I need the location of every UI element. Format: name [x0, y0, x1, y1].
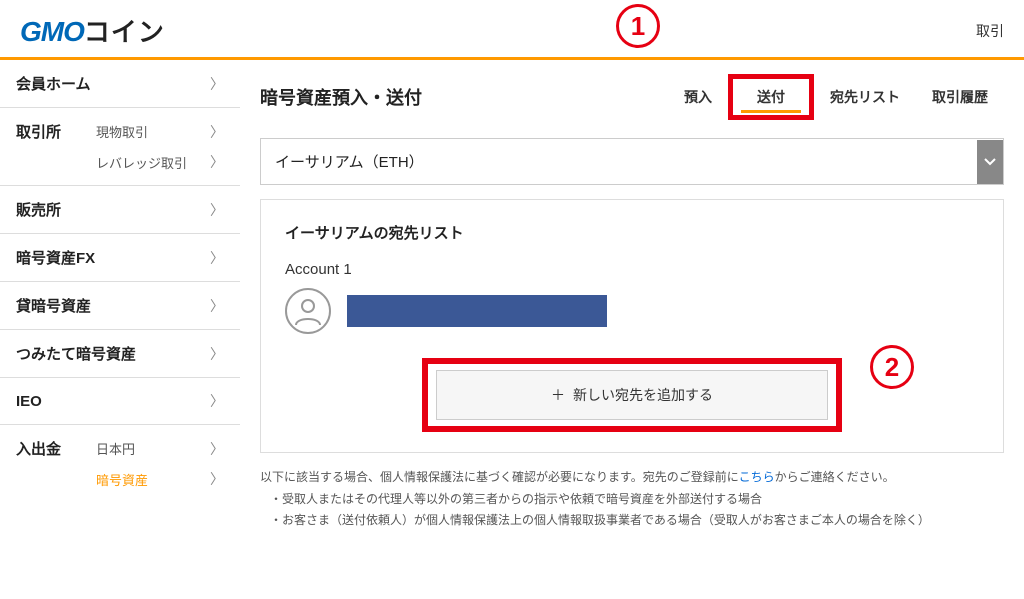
sidebar-item-exchange[interactable]: 取引所 現物取引 〉	[0, 108, 240, 142]
chevron-right-icon: 〉	[210, 344, 224, 364]
asset-select[interactable]: イーサリアム（ETH）	[260, 138, 1004, 185]
chevron-right-icon: 〉	[210, 469, 224, 489]
sidebar: 会員ホーム 〉 取引所 現物取引 〉 レバレッジ取引 〉 販売所 〉 暗号資産F…	[0, 60, 240, 532]
asset-select-dropdown-button[interactable]	[977, 140, 1003, 184]
main-header: 暗号資産預入・送付 預入 送付 宛先リスト 取引履歴	[240, 60, 1024, 130]
chevron-right-icon: 〉	[210, 152, 224, 172]
chevron-right-icon: 〉	[210, 391, 224, 411]
sidebar-item-deposit-withdraw[interactable]: 入出金 日本円 〉	[0, 425, 240, 459]
callout-2: 2	[870, 345, 914, 389]
logo[interactable]: GMO コイン	[20, 12, 165, 49]
notice-bullet-1: ・受取人またはその代理人等以外の第三者からの指示や依頼で暗号資産を外部送付する場…	[260, 489, 1004, 511]
sidebar-item-sales[interactable]: 販売所 〉	[0, 186, 240, 234]
notice-text-b: からご連絡ください。	[775, 470, 895, 484]
sidebar-label-exchange: 取引所	[16, 121, 96, 142]
sidebar-label-lending: 貸暗号資産	[16, 295, 91, 316]
tabs: 預入 送付 宛先リスト 取引履歴	[668, 74, 1004, 120]
notice-bullet-2: ・お客さま（送付依頼人）が個人情報保護法上の個人情報取扱事業者である場合（受取人…	[260, 510, 1004, 532]
sidebar-item-lending[interactable]: 貸暗号資産 〉	[0, 282, 240, 330]
plus-icon: ＋	[551, 385, 565, 405]
avatar-icon	[285, 288, 331, 334]
tab-send[interactable]: 送付	[733, 79, 809, 115]
logo-gmo-text: GMO	[20, 16, 84, 48]
destination-list-card: イーサリアムの宛先リスト Account 1 ＋ 新しい宛先を追加する	[260, 199, 1004, 453]
sidebar-item-ieo[interactable]: IEO 〉	[0, 378, 240, 425]
tab-deposit[interactable]: 預入	[668, 77, 728, 117]
logo-coin-text: コイン	[84, 12, 165, 49]
sidebar-label-crypto-fx: 暗号資産FX	[16, 247, 95, 268]
sidebar-label-member-home: 会員ホーム	[16, 73, 91, 94]
tab-history[interactable]: 取引履歴	[916, 77, 1004, 117]
tab-dest-list[interactable]: 宛先リスト	[814, 77, 916, 117]
chevron-right-icon: 〉	[210, 439, 224, 459]
account-row[interactable]	[285, 288, 979, 334]
sidebar-sub-spot[interactable]: 現物取引	[96, 122, 210, 141]
notice-link[interactable]: こちら	[739, 470, 775, 484]
chevron-right-icon: 〉	[210, 74, 224, 94]
sidebar-label-ieo: IEO	[16, 393, 42, 410]
redacted-address	[347, 295, 607, 327]
main-content: 暗号資産預入・送付 預入 送付 宛先リスト 取引履歴 イーサリアム（ETH） イ…	[240, 60, 1024, 532]
add-destination-button[interactable]: ＋ 新しい宛先を追加する	[436, 370, 828, 420]
page-title: 暗号資産預入・送付	[260, 84, 422, 110]
notice-text-a: 以下に該当する場合、個人情報保護法に基づく確認が必要になります。宛先のご登録前に	[260, 470, 739, 484]
header: GMO コイン 取引	[0, 0, 1024, 60]
sidebar-sub-jpy[interactable]: 日本円	[96, 439, 210, 458]
chevron-down-icon	[984, 158, 996, 166]
chevron-right-icon: 〉	[210, 200, 224, 220]
chevron-right-icon: 〉	[210, 248, 224, 268]
sidebar-sub-crypto-asset[interactable]: 暗号資産	[96, 470, 210, 489]
header-trade-link[interactable]: 取引	[976, 21, 1004, 41]
account-name: Account 1	[285, 261, 979, 278]
sidebar-item-member-home[interactable]: 会員ホーム 〉	[0, 60, 240, 108]
sidebar-item-tsumitate[interactable]: つみたて暗号資産 〉	[0, 330, 240, 378]
asset-select-label: イーサリアム（ETH）	[261, 139, 438, 184]
add-destination-highlight: ＋ 新しい宛先を追加する	[422, 358, 842, 432]
chevron-right-icon: 〉	[210, 122, 224, 142]
sidebar-sub-leverage[interactable]: レバレッジ取引	[96, 153, 210, 172]
sidebar-item-leverage[interactable]: レバレッジ取引 〉	[0, 142, 240, 186]
chevron-right-icon: 〉	[210, 296, 224, 316]
tab-send-highlight: 送付	[728, 74, 814, 120]
callout-1: 1	[616, 4, 660, 48]
sidebar-label-tsumitate: つみたて暗号資産	[16, 343, 136, 364]
sidebar-item-crypto-fx[interactable]: 暗号資産FX 〉	[0, 234, 240, 282]
notice: 以下に該当する場合、個人情報保護法に基づく確認が必要になります。宛先のご登録前に…	[260, 467, 1004, 532]
sidebar-item-crypto-asset[interactable]: 暗号資産 〉	[0, 459, 240, 502]
card-title: イーサリアムの宛先リスト	[285, 222, 979, 243]
add-button-label: 新しい宛先を追加する	[573, 385, 713, 405]
sidebar-label-sales: 販売所	[16, 199, 61, 220]
sidebar-label-deposit-withdraw: 入出金	[16, 438, 96, 459]
